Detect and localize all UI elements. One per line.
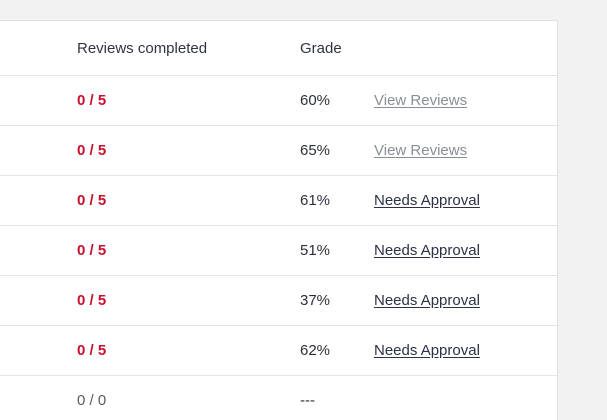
- table-row: 0 / 5 61% Needs Approval: [0, 176, 557, 226]
- needs-approval-link[interactable]: Needs Approval: [374, 192, 480, 209]
- table-row: 0 / 5 65% View Reviews: [0, 126, 557, 176]
- reviews-completed-cell: 0 / 5: [77, 342, 107, 359]
- table-row: 0 / 5 37% Needs Approval: [0, 276, 557, 326]
- table-header-row: Reviews completed Grade: [0, 21, 557, 76]
- grade-cell: 61%: [300, 192, 331, 209]
- table-row: 0 / 0 ---: [0, 376, 557, 420]
- reviews-completed-cell: 0 / 5: [77, 92, 107, 109]
- table-row: 0 / 5 51% Needs Approval: [0, 226, 557, 276]
- reviews-completed-cell: 0 / 5: [77, 242, 107, 259]
- needs-approval-link[interactable]: Needs Approval: [374, 342, 480, 359]
- reviews-completed-cell: 0 / 0: [77, 392, 107, 409]
- column-header-reviews-completed: Reviews completed: [77, 39, 208, 57]
- grade-cell: 62%: [300, 342, 331, 359]
- needs-approval-link[interactable]: Needs Approval: [374, 292, 480, 309]
- grade-cell: 60%: [300, 92, 331, 109]
- column-header-grade: Grade: [300, 39, 342, 57]
- needs-approval-link[interactable]: Needs Approval: [374, 242, 480, 259]
- grade-cell: 65%: [300, 142, 331, 159]
- grade-cell: ---: [300, 392, 315, 409]
- view-reviews-link[interactable]: View Reviews: [374, 92, 467, 109]
- grade-cell: 51%: [300, 242, 331, 259]
- submissions-table: Reviews completed Grade 0 / 5 60% View R…: [0, 20, 558, 420]
- view-reviews-link[interactable]: View Reviews: [374, 142, 467, 159]
- reviews-completed-cell: 0 / 5: [77, 142, 107, 159]
- table-row: 0 / 5 60% View Reviews: [0, 76, 557, 126]
- reviews-completed-cell: 0 / 5: [77, 192, 107, 209]
- reviews-completed-cell: 0 / 5: [77, 292, 107, 309]
- table-row: 0 / 5 62% Needs Approval: [0, 326, 557, 376]
- grade-cell: 37%: [300, 292, 331, 309]
